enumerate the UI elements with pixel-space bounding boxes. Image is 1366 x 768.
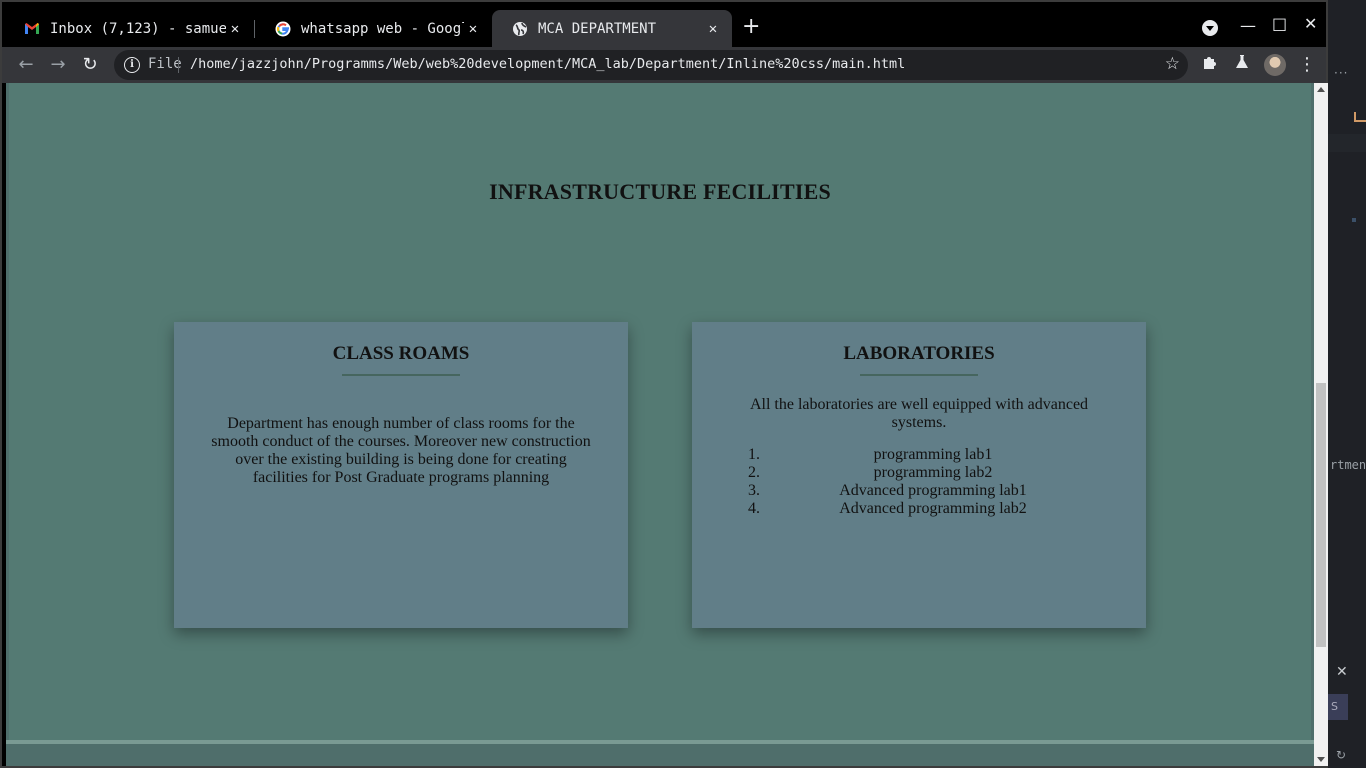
- section-divider: [6, 740, 1314, 744]
- list-item: 3. Advanced programming lab1: [748, 482, 1027, 499]
- page-viewport: INFRASTRUCTURE FECILITIES CLASS ROAMS De…: [6, 83, 1314, 766]
- globe-icon: [512, 21, 528, 37]
- background-editor-window: ··· rtmen ✕ S ↻: [1328, 0, 1366, 768]
- tab-search-dropdown-icon[interactable]: [1202, 20, 1218, 36]
- forward-button[interactable]: →: [46, 53, 70, 77]
- back-button[interactable]: ←: [14, 53, 38, 77]
- card-heading: LABORATORIES: [843, 343, 995, 364]
- list-item: 4. Advanced programming lab2: [748, 500, 1027, 517]
- card-text: All the laboratories are well equipped w…: [749, 396, 1089, 431]
- tab-label: MCA DEPARTMENT: [538, 20, 657, 37]
- extensions-puzzle-icon[interactable]: [1198, 53, 1222, 77]
- tab-label: whatsapp web - Google: [301, 20, 464, 37]
- panel-close-icon[interactable]: ✕: [1336, 664, 1348, 680]
- list-item: 1. programming lab1: [748, 446, 993, 463]
- browser-menu-icon[interactable]: ⋮: [1298, 53, 1316, 77]
- laboratories-card: LABORATORIES All the laboratories are we…: [692, 322, 1146, 628]
- scheme-label: File: [148, 56, 182, 72]
- labs-flask-icon[interactable]: [1230, 53, 1254, 77]
- page-section: INFRASTRUCTURE FECILITIES CLASS ROAMS De…: [9, 83, 1311, 740]
- editor-marker: [1354, 112, 1356, 120]
- address-divider: [178, 57, 179, 73]
- url-text[interactable]: /home/jazzjohn/Programms/Web/web%20devel…: [190, 56, 905, 72]
- sync-icon[interactable]: ↻: [1336, 748, 1346, 762]
- reload-button[interactable]: ↻: [78, 53, 102, 77]
- more-options-icon[interactable]: ···: [1334, 66, 1348, 80]
- class-rooms-card: CLASS ROAMS Department has enough number…: [174, 322, 628, 628]
- tab-inbox[interactable]: Inbox (7,123) - samuel ✕: [4, 10, 254, 47]
- tab-label: Inbox (7,123) - samuel: [50, 20, 226, 37]
- address-bar[interactable]: i File /home/jazzjohn/Programms/Web/web%…: [114, 50, 1188, 80]
- scroll-up-arrow-icon[interactable]: [1317, 87, 1325, 92]
- lab-list: 1. programming lab1 2. programming lab2 3.…: [748, 446, 1088, 518]
- close-tab-icon[interactable]: ✕: [226, 21, 244, 37]
- google-icon: [275, 21, 291, 37]
- close-window-button[interactable]: ✕: [1304, 14, 1317, 33]
- editor-marker-line: [1354, 120, 1366, 122]
- profile-avatar[interactable]: [1264, 54, 1286, 76]
- maximize-button[interactable]: □: [1272, 14, 1287, 33]
- list-item: 2. programming lab2: [748, 464, 993, 481]
- tab-strip: Inbox (7,123) - samuel ✕ whatsapp web - …: [2, 2, 1326, 47]
- editor-minimap-mark: [1352, 218, 1356, 222]
- card-heading: CLASS ROAMS: [332, 343, 470, 364]
- scrollbar-thumb[interactable]: [1316, 383, 1326, 647]
- new-tab-button[interactable]: +: [742, 16, 760, 38]
- tab-whatsapp-search[interactable]: whatsapp web - Google ✕: [255, 10, 492, 47]
- panel-tab[interactable]: S: [1328, 694, 1348, 720]
- heading-underline: [342, 374, 460, 376]
- heading-underline: [860, 374, 978, 376]
- card-text: Department has enough number of class ro…: [211, 415, 591, 486]
- bookmark-star-icon[interactable]: ☆: [1165, 54, 1180, 74]
- browser-toolbar: ← → ↻ i File /home/jazzjohn/Programms/We…: [2, 47, 1326, 83]
- minimize-button[interactable]: —: [1240, 16, 1256, 35]
- close-tab-icon[interactable]: ✕: [704, 21, 722, 37]
- vertical-scrollbar[interactable]: [1314, 83, 1328, 766]
- browser-window: Inbox (7,123) - samuel ✕ whatsapp web - …: [0, 0, 1328, 768]
- editor-code-fragment: rtmen: [1330, 458, 1366, 472]
- site-info-icon[interactable]: i: [124, 57, 140, 73]
- close-tab-icon[interactable]: ✕: [464, 21, 482, 37]
- page-title: INFRASTRUCTURE FECILITIES: [489, 179, 831, 204]
- gmail-icon: [24, 21, 40, 37]
- editor-highlight-row: [1328, 134, 1366, 152]
- scroll-down-arrow-icon[interactable]: [1317, 757, 1325, 762]
- tab-mca-department[interactable]: MCA DEPARTMENT ✕: [492, 10, 732, 47]
